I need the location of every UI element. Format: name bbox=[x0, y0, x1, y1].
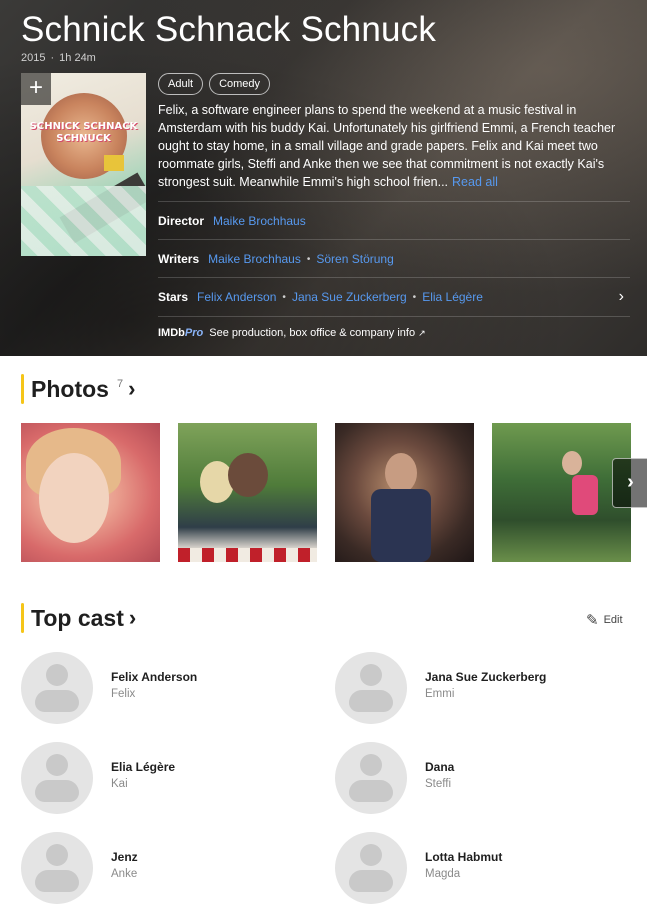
genre-chip[interactable]: Comedy bbox=[209, 73, 271, 95]
stars-label: Stars bbox=[158, 290, 189, 304]
chevron-right-icon[interactable]: › bbox=[619, 288, 624, 306]
chevron-right-icon[interactable]: › bbox=[128, 376, 135, 402]
imdbpro-logo: IMDbPro bbox=[158, 327, 203, 339]
next-photos-button[interactable]: › bbox=[612, 458, 647, 508]
photo-thumbnail[interactable] bbox=[178, 423, 317, 562]
writer-link[interactable]: Sören Störung bbox=[316, 252, 393, 266]
photo-figure bbox=[228, 453, 268, 497]
separator-dot: • bbox=[282, 291, 286, 303]
cast-role[interactable]: Emmi bbox=[425, 688, 454, 700]
plus-icon: + bbox=[28, 74, 43, 101]
page-title: Schnick Schnack Schnuck bbox=[21, 10, 437, 49]
avatar-placeholder-icon bbox=[46, 844, 68, 866]
director-row: Director Maike Brochhaus bbox=[158, 201, 630, 240]
external-link-icon: ↗ bbox=[418, 327, 426, 338]
cast-name[interactable]: Dana bbox=[425, 760, 454, 774]
imdbpro-logo-pro: Pro bbox=[184, 327, 204, 339]
director-link[interactable]: Maike Brochhaus bbox=[213, 214, 306, 228]
add-to-watchlist-button[interactable]: + bbox=[21, 73, 51, 105]
chevron-right-icon[interactable]: › bbox=[129, 605, 136, 631]
photo-figure bbox=[385, 453, 417, 493]
photo-figure bbox=[39, 453, 109, 543]
avatar-placeholder-icon bbox=[360, 754, 382, 776]
avatar[interactable] bbox=[335, 742, 407, 814]
avatar-placeholder-shoulders bbox=[349, 690, 393, 712]
avatar-placeholder-icon bbox=[46, 664, 68, 686]
photos-count: 7 bbox=[116, 378, 124, 390]
genre-chip[interactable]: Adult bbox=[158, 73, 204, 95]
cast-role[interactable]: Anke bbox=[111, 868, 137, 880]
stars-row[interactable]: Stars Felix Anderson • Jana Sue Zuckerbe… bbox=[158, 277, 630, 316]
pencil-icon: ✎ bbox=[586, 612, 599, 629]
avatar-placeholder-shoulders bbox=[35, 870, 79, 892]
photo-figure-body bbox=[572, 475, 598, 515]
writers-label: Writers bbox=[158, 252, 200, 266]
avatar-placeholder-icon bbox=[360, 844, 382, 866]
avatar-placeholder-shoulders bbox=[35, 780, 79, 802]
photo-thumbnail[interactable] bbox=[492, 423, 631, 562]
avatar[interactable] bbox=[335, 832, 407, 904]
plot-summary: Felix, a software engineer plans to spen… bbox=[158, 101, 630, 191]
photos-header[interactable]: Photos 7 › bbox=[21, 374, 135, 404]
cast-role[interactable]: Felix bbox=[111, 688, 135, 700]
title-meta: 2015 · 1h 24m bbox=[21, 52, 96, 64]
cast-name[interactable]: Elia Légère bbox=[111, 760, 175, 774]
cast-member[interactable]: Lotta Habmut Magda bbox=[335, 832, 635, 904]
cast-member[interactable]: Jana Sue Zuckerberg Emmi bbox=[335, 652, 635, 724]
writer-link[interactable]: Maike Brochhaus bbox=[208, 252, 301, 266]
avatar-placeholder-icon bbox=[360, 664, 382, 686]
poster-badge bbox=[104, 155, 124, 171]
cast-name[interactable]: Jenz bbox=[111, 850, 138, 864]
cast-name[interactable]: Lotta Habmut bbox=[425, 850, 502, 864]
avatar-placeholder-icon bbox=[46, 754, 68, 776]
avatar-placeholder-shoulders bbox=[349, 780, 393, 802]
avatar-placeholder-shoulders bbox=[349, 870, 393, 892]
edit-button[interactable]: ✎ Edit bbox=[586, 611, 623, 629]
photo-thumbnail[interactable] bbox=[335, 423, 474, 562]
photo-pattern bbox=[178, 548, 317, 562]
imdbpro-logo-imdb: IMDb bbox=[158, 327, 185, 339]
release-year[interactable]: 2015 bbox=[21, 52, 45, 64]
photo-thumbnail[interactable] bbox=[21, 423, 160, 562]
cast-role[interactable]: Kai bbox=[111, 778, 128, 790]
director-label: Director bbox=[158, 214, 205, 228]
top-cast-header[interactable]: Top cast › bbox=[21, 603, 136, 633]
cast-name[interactable]: Felix Anderson bbox=[111, 670, 197, 684]
cast-member[interactable]: Felix Anderson Felix bbox=[21, 652, 321, 724]
chevron-right-icon: › bbox=[627, 471, 634, 493]
cast-member[interactable]: Elia Légère Kai bbox=[21, 742, 321, 814]
writers-row: Writers Maike Brochhaus • Sören Störung bbox=[158, 239, 630, 278]
cast-role[interactable]: Magda bbox=[425, 868, 460, 880]
section-accent-bar bbox=[21, 374, 24, 404]
avatar[interactable] bbox=[21, 742, 93, 814]
photos-heading: Photos bbox=[31, 375, 109, 402]
star-link[interactable]: Elia Légère bbox=[422, 290, 483, 304]
plot-text: Felix, a software engineer plans to spen… bbox=[158, 103, 616, 189]
separator-dot: • bbox=[412, 291, 417, 303]
cast-name[interactable]: Jana Sue Zuckerberg bbox=[425, 670, 546, 684]
star-link[interactable]: Felix Anderson bbox=[197, 290, 276, 304]
avatar[interactable] bbox=[335, 652, 407, 724]
photo-figure-body bbox=[371, 489, 431, 562]
photo-figure bbox=[562, 451, 582, 475]
edit-label: Edit bbox=[603, 614, 623, 626]
hero-section: Schnick Schnack Schnuck 2015 · 1h 24m SCHN… bbox=[0, 0, 647, 356]
read-all-link[interactable]: Read all bbox=[452, 175, 498, 189]
imdbpro-link[interactable]: IMDbPro See production, box office & com… bbox=[158, 316, 630, 349]
avatar[interactable] bbox=[21, 652, 93, 724]
cast-member[interactable]: Dana Steffi bbox=[335, 742, 635, 814]
avatar-placeholder-shoulders bbox=[35, 690, 79, 712]
poster-title-text: SCHNICK SCHNACK SCHNUCK bbox=[29, 121, 138, 144]
star-link[interactable]: Jana Sue Zuckerberg bbox=[292, 290, 407, 304]
genre-chips: Adult Comedy bbox=[158, 73, 271, 95]
avatar[interactable] bbox=[21, 832, 93, 904]
top-cast-heading: Top cast bbox=[31, 604, 124, 631]
poster-pattern bbox=[21, 186, 146, 256]
runtime: 1h 24m bbox=[59, 52, 96, 64]
imdbpro-text: See production, box office & company inf… bbox=[209, 327, 416, 339]
cast-role[interactable]: Steffi bbox=[425, 778, 451, 790]
section-accent-bar bbox=[21, 603, 24, 633]
cast-member[interactable]: Jenz Anke bbox=[21, 832, 321, 904]
separator-dot: • bbox=[306, 253, 311, 265]
